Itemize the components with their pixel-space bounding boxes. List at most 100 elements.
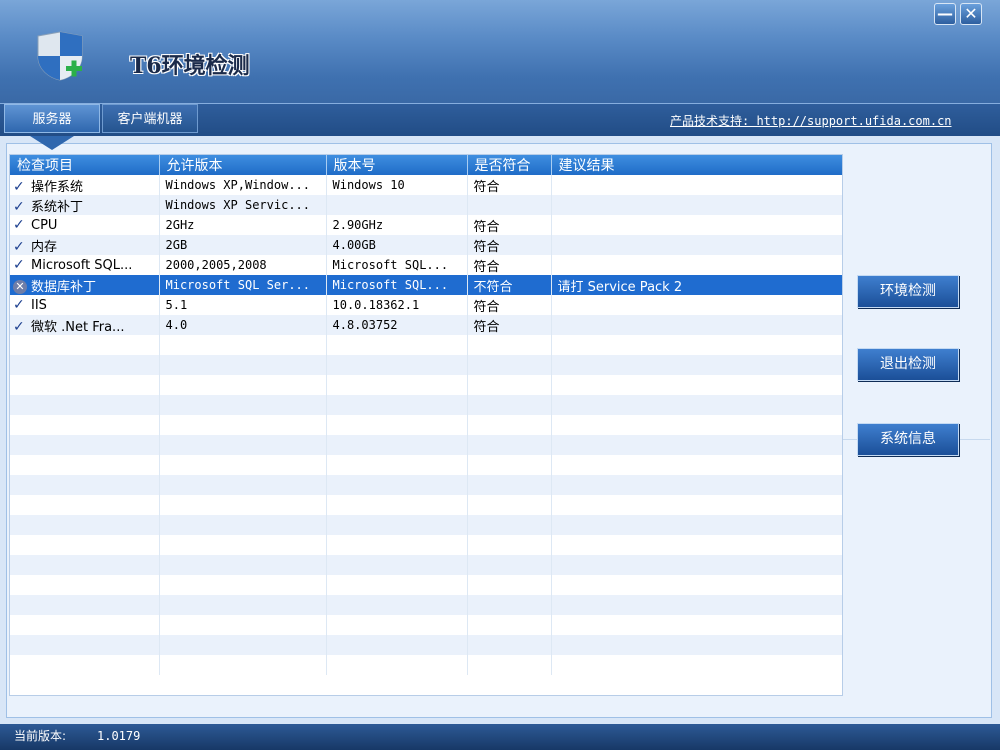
table-cell (159, 575, 327, 595)
empty-row (10, 355, 842, 375)
table-cell: Windows XP,Window... (159, 175, 327, 195)
checkmark-icon: ✓ (13, 257, 25, 273)
check-results-grid[interactable]: 检查项目 允许版本 版本号 是否符合 建议结果 ✓ 操作系统 Windows XP,… (9, 154, 843, 696)
checkmark-icon: ✓ (13, 297, 25, 313)
table-cell: Windows 10 (326, 175, 468, 195)
table-row[interactable]: ✓ 系统补丁 Windows XP Servic... (10, 195, 842, 215)
table-cell: ✓ 微软 .Net Fra... (10, 315, 160, 335)
tab-bar: 服务器 客户端机器 产品技术支持: http://support.ufida.c… (0, 103, 1000, 137)
tab-client-machine[interactable]: 客户端机器 (102, 104, 198, 133)
column-header[interactable]: 允许版本 (159, 155, 327, 175)
table-row[interactable]: ✓ 微软 .Net Fra... 4.0 4.8.03752 符合 (10, 315, 842, 335)
tab-server[interactable]: 服务器 (4, 104, 100, 133)
table-cell (551, 375, 842, 395)
empty-row (10, 555, 842, 575)
table-cell: Microsoft SQL Ser... (159, 275, 327, 295)
empty-row (10, 415, 842, 435)
table-cell (326, 615, 468, 635)
table-cell: ✓ 操作系统 (10, 175, 160, 195)
empty-row (10, 515, 842, 535)
grid-body: ✓ 操作系统 Windows XP,Window... Windows 10 符合 ✓ 系统… (10, 175, 842, 675)
table-cell (551, 535, 842, 555)
table-cell: 符合 (467, 235, 552, 255)
table-row-selected[interactable]: ✕ 数据库补丁 Microsoft SQL Ser... Microsoft SQL.… (10, 275, 842, 295)
environment-check-button[interactable]: 环境检测 (857, 275, 959, 308)
table-cell (467, 575, 552, 595)
table-cell: 5.1 (159, 295, 327, 315)
column-header[interactable]: 版本号 (326, 155, 468, 175)
table-cell (10, 455, 160, 475)
table-cell (10, 375, 160, 395)
table-cell (326, 475, 468, 495)
table-cell (467, 415, 552, 435)
table-row[interactable]: ✓ 操作系统 Windows XP,Window... Windows 10 符合 (10, 175, 842, 195)
table-cell (159, 455, 327, 475)
table-cell (551, 455, 842, 475)
table-cell (10, 515, 160, 535)
table-cell (159, 655, 327, 675)
table-row[interactable]: ✓ IIS 5.1 10.0.18362.1 符合 (10, 295, 842, 315)
table-cell (551, 295, 842, 315)
table-cell (326, 535, 468, 555)
table-cell (10, 435, 160, 455)
table-cell (159, 615, 327, 635)
table-cell (159, 515, 327, 535)
table-cell (551, 555, 842, 575)
table-cell: ✓ Microsoft SQL... (10, 255, 160, 275)
column-header[interactable]: 建议结果 (551, 155, 842, 175)
minimize-button[interactable]: — (934, 3, 956, 25)
table-cell (10, 535, 160, 555)
table-cell (326, 575, 468, 595)
table-cell (159, 475, 327, 495)
table-cell (551, 475, 842, 495)
table-cell (467, 475, 552, 495)
empty-row (10, 535, 842, 555)
checkmark-icon: ✓ (13, 318, 25, 335)
table-cell (326, 595, 468, 615)
empty-row (10, 475, 842, 495)
table-cell (551, 335, 842, 355)
table-cell (467, 195, 552, 215)
table-cell (159, 355, 327, 375)
table-cell (467, 335, 552, 355)
table-cell (551, 435, 842, 455)
table-cell (551, 315, 842, 335)
empty-row (10, 595, 842, 615)
table-row[interactable]: ✓ Microsoft SQL... 2000,2005,2008 Microsoft… (10, 255, 842, 275)
table-cell (326, 335, 468, 355)
table-cell (10, 475, 160, 495)
empty-row (10, 635, 842, 655)
table-cell (159, 395, 327, 415)
table-row[interactable]: ✓ CPU 2GHz 2.90GHz 符合 (10, 215, 842, 235)
table-cell (159, 635, 327, 655)
table-cell (467, 555, 552, 575)
table-cell (551, 495, 842, 515)
table-cell (10, 635, 160, 655)
table-cell: 10.0.18362.1 (326, 295, 468, 315)
table-cell (551, 575, 842, 595)
empty-row (10, 375, 842, 395)
checkmark-icon: ✓ (13, 178, 25, 195)
column-header[interactable]: 是否符合 (467, 155, 552, 175)
table-cell (159, 375, 327, 395)
table-cell: ✓ CPU (10, 215, 160, 235)
table-cell: 不符合 (467, 275, 552, 295)
table-row[interactable]: ✓ 内存 2GB 4.00GB 符合 (10, 235, 842, 255)
table-cell (10, 415, 160, 435)
column-header[interactable]: 检查项目 (10, 155, 160, 175)
support-link[interactable]: 产品技术支持: http://support.ufida.com.cn (670, 112, 952, 129)
app-title: T6环境检测 (130, 53, 250, 79)
table-cell (159, 555, 327, 575)
table-cell (467, 655, 552, 675)
empty-row (10, 395, 842, 415)
table-cell (467, 535, 552, 555)
table-cell (10, 595, 160, 615)
close-button[interactable]: ✕ (960, 3, 982, 25)
exit-check-button[interactable]: 退出检测 (857, 348, 959, 381)
empty-row (10, 335, 842, 355)
table-cell (326, 435, 468, 455)
check-item-label: 操作系统 (31, 179, 84, 195)
system-info-button[interactable]: 系统信息 (857, 423, 959, 456)
shield-plus-icon (34, 30, 86, 82)
table-cell (551, 515, 842, 535)
